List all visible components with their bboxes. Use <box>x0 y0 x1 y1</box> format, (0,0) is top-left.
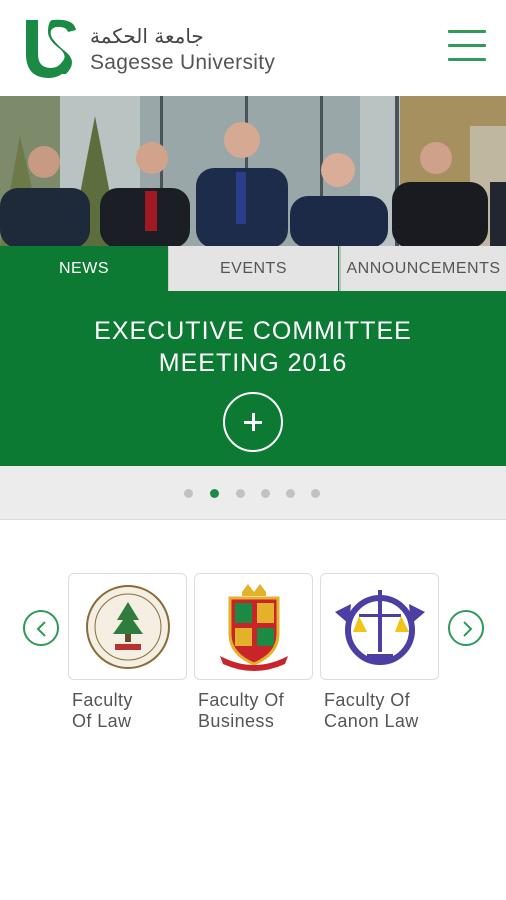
logo-arabic-text: جامعة الحكمة <box>90 24 204 48</box>
hamburger-menu-icon[interactable] <box>448 30 486 62</box>
news-headline-line-2: MEETING 2016 <box>158 349 348 377</box>
slider-pagination <box>0 466 506 520</box>
faculty-label-law-line2: Of Law <box>72 711 132 731</box>
faculty-card-canon-law[interactable] <box>320 573 439 680</box>
news-headline-line-1: EXECUTIVE COMMITTEE <box>94 317 412 345</box>
canon-law-emblem-icon <box>335 590 425 665</box>
faculty-label-canon-law[interactable]: Faculty Of Canon Law <box>324 690 449 732</box>
news-slider[interactable]: NEWS EVENTS ANNOUNCEMENTS EXECUTIVE COMM… <box>0 96 506 466</box>
faculty-card-business[interactable] <box>194 573 313 680</box>
tab-news[interactable]: NEWS <box>0 246 168 291</box>
faculty-label-business-line1: Faculty Of <box>198 690 285 710</box>
tab-events[interactable]: EVENTS <box>168 246 338 291</box>
chevron-right-icon[interactable] <box>448 610 484 646</box>
pagination-dot-5[interactable] <box>286 489 295 498</box>
pagination-dot-3[interactable] <box>236 489 245 498</box>
business-crest-icon <box>220 584 288 671</box>
tab-announcements[interactable]: ANNOUNCEMENTS <box>339 246 506 291</box>
sagesse-logo-icon[interactable] <box>22 16 80 80</box>
faculty-label-business[interactable]: Faculty Of Business <box>198 690 323 732</box>
law-seal-icon <box>86 585 170 669</box>
chevron-left-icon[interactable] <box>23 610 59 646</box>
app-header: جامعة الحكمة Sagesse University <box>0 0 506 96</box>
pagination-dot-2-active[interactable] <box>210 489 219 498</box>
news-headline[interactable]: EXECUTIVE COMMITTEE MEETING 2016 <box>0 315 506 379</box>
faculty-label-canon-law-line2: Canon Law <box>324 711 419 731</box>
pagination-dot-4[interactable] <box>261 489 270 498</box>
logo-english-text: Sagesse University <box>90 51 276 74</box>
pagination-dot-1[interactable] <box>184 489 193 498</box>
faculty-label-law-line1: Faculty <box>72 690 133 710</box>
pagination-dot-6[interactable] <box>311 489 320 498</box>
plus-icon[interactable] <box>223 392 283 452</box>
faculty-label-business-line2: Business <box>198 711 275 731</box>
faculty-card-law[interactable] <box>68 573 187 680</box>
content-tabs: NEWS EVENTS ANNOUNCEMENTS <box>0 246 506 291</box>
faculty-label-law[interactable]: Faculty Of Law <box>72 690 197 732</box>
faculty-label-canon-law-line1: Faculty Of <box>324 690 411 710</box>
